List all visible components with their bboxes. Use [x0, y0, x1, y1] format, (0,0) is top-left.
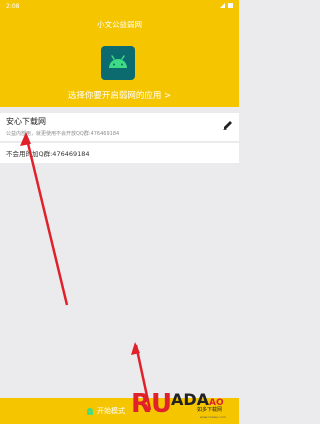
- start-label: 开始模式: [97, 407, 125, 415]
- android-icon: [87, 407, 93, 415]
- edit-icon[interactable]: [222, 119, 234, 131]
- status-time: 2:08: [6, 3, 20, 10]
- battery-icon: [228, 3, 233, 8]
- item-subtitle: 公益内部用，就更使用不会开放QQ群:476469184: [6, 131, 120, 137]
- list-item[interactable]: 不会用的加Q群:476469184: [0, 143, 239, 163]
- list-item[interactable]: 安心下载网 公益内部用，就更使用不会开放QQ群:476469184: [0, 113, 239, 141]
- app-list: 安心下载网 公益内部用，就更使用不会开放QQ群:476469184 不会用的加Q…: [0, 107, 239, 397]
- select-app-link[interactable]: 选择你要开启弱网的应用 >: [0, 89, 239, 101]
- android-app-icon[interactable]: [101, 46, 135, 80]
- app-title: 小文公益弱网: [97, 20, 142, 29]
- header: 2:08 小文公益弱网 选择你要开启弱网的应用 >: [0, 0, 239, 107]
- item-text: 不会用的加Q群:476469184: [6, 150, 90, 158]
- start-button[interactable]: 开始模式: [86, 404, 125, 418]
- bottom-bar: 开始模式: [0, 398, 239, 424]
- item-title: 安心下载网: [6, 117, 46, 126]
- signal-icon: [220, 3, 225, 8]
- status-bar: 2:08: [0, 0, 239, 14]
- status-icons: [220, 3, 233, 8]
